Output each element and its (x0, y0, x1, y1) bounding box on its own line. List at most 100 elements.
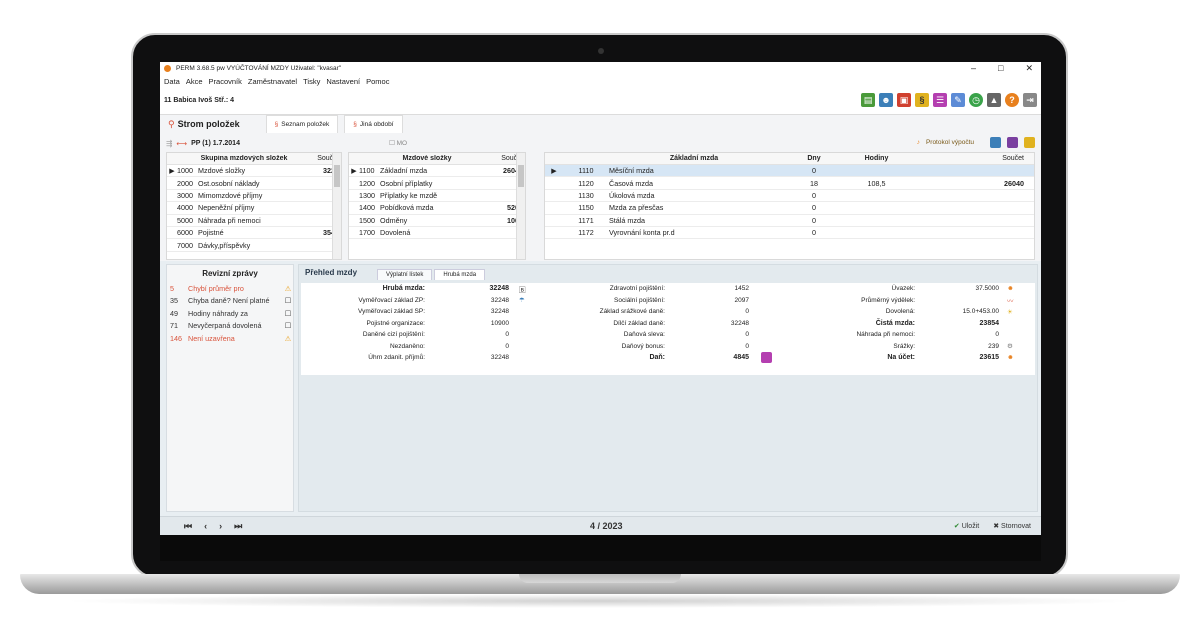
components-name: Pobídková mzda (380, 203, 434, 213)
groups-row[interactable]: 3000 Mimomzdové příjmy (167, 190, 341, 203)
menu-data[interactable]: Data (164, 77, 180, 86)
basic-row[interactable]: 1120 Časová mzda 18 108,5 26040 (545, 177, 1034, 190)
tree-view-icon[interactable] (990, 137, 1001, 148)
case-icon[interactable] (1007, 137, 1018, 148)
maximize-button[interactable]: □ (998, 62, 1003, 75)
list-icon[interactable]: ☰ (933, 93, 947, 107)
cancel-button[interactable]: ✖ Stornovat (993, 522, 1031, 530)
mo-checkbox[interactable]: ☐ MO (389, 139, 407, 147)
basic-row[interactable]: ▶ 1110 Měsíční mzda 0 (545, 165, 1034, 178)
components-scrollbar[interactable] (516, 153, 525, 259)
salary-overview: Přehled mzdy Výplatní lístek Hrubá mzda … (298, 264, 1038, 512)
tab-hruba-mzda[interactable]: Hrubá mzda (434, 269, 486, 280)
basic-row[interactable]: 1172 Vyrovnání konta pr.d 0 (545, 227, 1034, 240)
basic-sum: 26040 (1004, 178, 1024, 188)
basic-row[interactable]: 1171 Stálá mzda 0 (545, 215, 1034, 227)
summary-label: Zdravotní pojištění: (609, 285, 665, 293)
person-icon[interactable]: ☻ (1007, 283, 1021, 295)
basic-row[interactable]: 1130 Úkolová mzda 0 (545, 190, 1034, 203)
person-icon[interactable]: ☻ (879, 93, 893, 107)
revision-item[interactable]: 71 Nevyčerpaná dovolená ☐ (167, 320, 293, 333)
umbrella-icon[interactable]: ☂ (519, 295, 533, 307)
groups-name: Mimomzdové příjmy (198, 190, 263, 200)
warning-icon: ⚠ (284, 283, 292, 293)
edit-icon[interactable]: ✎ (951, 93, 965, 107)
groups-row[interactable]: 2000 Ost.osobní náklady (167, 177, 341, 190)
summary-row: Náhrada při nemoci: 0 (791, 329, 1005, 341)
groups-row[interactable]: 6000 Pojistné 3549 (167, 227, 341, 240)
groups-row[interactable]: 5000 Náhrada při nemoci (167, 215, 341, 227)
components-row[interactable]: 1500 Odměny 1000 (349, 215, 525, 227)
basic-name: Vyrovnání konta pr.d (609, 228, 675, 238)
last-record-button[interactable]: ⏭ (234, 521, 242, 532)
chart-icon[interactable]: 〰 (1007, 295, 1021, 307)
payout-icon[interactable]: ☻ (1007, 352, 1021, 364)
summary-value: 32248 (490, 354, 509, 362)
wallet-icon[interactable]: 🄱 (519, 283, 533, 295)
summary-row: Dovolená: 15.0+453.00 (791, 306, 1005, 318)
next-record-button[interactable]: › (219, 521, 222, 532)
swap-icon[interactable]: ⟷ (176, 139, 187, 148)
minimize-button[interactable]: – (971, 62, 976, 75)
components-row[interactable]: 1300 Příplatky ke mzdě (349, 190, 525, 203)
menu-pracovnik[interactable]: Pracovník (209, 77, 242, 86)
card-icon[interactable]: ▤ (861, 93, 875, 107)
summary-table: Hrubá mzda: 32248 Vyměřovací základ ZP: 322… (301, 283, 1035, 375)
summary-row: Srážky: 239 (791, 341, 1005, 353)
document-icon[interactable]: ▣ (897, 93, 911, 107)
summary-value: 0 (505, 342, 509, 350)
arrows-gray-icon[interactable]: ⇶ (166, 139, 172, 148)
revision-item[interactable]: 49 Hodiny náhrady za ☐ (167, 307, 293, 320)
menu-tisky[interactable]: Tisky (303, 77, 320, 86)
menu-zamestnavatel[interactable]: Zaměstnavatel (248, 77, 297, 86)
list-icon: § (274, 121, 279, 128)
tax-icon[interactable] (761, 352, 773, 365)
exit-icon[interactable]: ⇥ (1023, 93, 1037, 107)
checkbox-icon[interactable]: ☐ (283, 309, 293, 318)
tab-vyplatni-listek[interactable]: Výplatní lístek (377, 269, 433, 280)
checkbox-icon[interactable]: ☐ (283, 296, 293, 305)
components-row[interactable]: 1200 Osobní příplatky (349, 177, 525, 190)
tab-jina-obdobi[interactable]: § Jiná období (344, 115, 403, 133)
paragraph-icon[interactable]: § (915, 93, 929, 107)
first-record-button[interactable]: ⏮ (184, 521, 192, 532)
revision-text: Chyba daně? Není platné (188, 296, 270, 306)
revision-item[interactable]: 5 Chybí průměr pro ⚠ (167, 282, 293, 295)
clock-icon[interactable]: ◷ (969, 93, 983, 107)
summary-row: Vyměřovací základ ZP: 32248 (301, 295, 511, 307)
groups-row[interactable]: 4000 Nepeněžní příjmy (167, 202, 341, 215)
help-icon[interactable]: ? (1005, 93, 1019, 107)
tab-seznam[interactable]: § Seznam položek (265, 115, 339, 133)
weight-icon[interactable]: ▲ (987, 93, 1001, 107)
groups-grid: Skupina mzdových složek Součet ▶ 1000 Mzdo… (166, 152, 342, 260)
clipboard-icon[interactable] (1024, 137, 1035, 148)
beach-icon[interactable]: ☀ (1007, 306, 1021, 318)
menu-akce[interactable]: Akce (186, 77, 203, 86)
checkbox-icon[interactable]: ☐ (283, 321, 293, 330)
components-row[interactable]: 1700 Dovolená (349, 227, 525, 240)
gear-icon[interactable]: ⚙ (1007, 341, 1021, 353)
save-button[interactable]: ✔ Uložit (954, 522, 979, 530)
components-row[interactable]: 1400 Pobídková mzda 5208 (349, 202, 525, 215)
prev-record-button[interactable]: ‹ (204, 521, 207, 532)
tab-strom[interactable]: ⚲ Strom položek (160, 115, 248, 133)
close-button[interactable]: ✕ (1025, 62, 1033, 75)
summary-value: 37.5000 (975, 285, 1000, 293)
components-code: 1200 (359, 178, 375, 188)
menu-pomoc[interactable]: Pomoc (366, 77, 389, 86)
basic-row[interactable]: 1150 Mzda za přesčas 0 (545, 202, 1034, 215)
summary-value: 32248 (490, 296, 509, 304)
revision-item[interactable]: 35 Chyba daně? Není platné ☐ (167, 295, 293, 308)
protocol-link[interactable]: Protokol výpočtu (926, 139, 974, 146)
groups-row[interactable]: 7000 Dávky,příspěvky (167, 239, 341, 252)
groups-code: 3000 (177, 190, 193, 200)
revision-item[interactable]: 146 Není uzavřena ⚠ (167, 332, 293, 345)
groups-code: 4000 (177, 203, 193, 213)
components-code: 1100 (359, 166, 375, 176)
summary-label: Čistá mzda: (875, 319, 915, 327)
groups-row[interactable]: ▶ 1000 Mzdové složky 3224 (167, 165, 341, 178)
components-row[interactable]: ▶ 1100 Základní mzda 26040 (349, 165, 525, 178)
pp-row: ⇶ ⟷ PP (1) 1.7.2014 ☐ MO (160, 136, 1041, 150)
menu-nastaveni[interactable]: Nastavení (326, 77, 360, 86)
groups-scrollbar[interactable] (332, 153, 341, 259)
